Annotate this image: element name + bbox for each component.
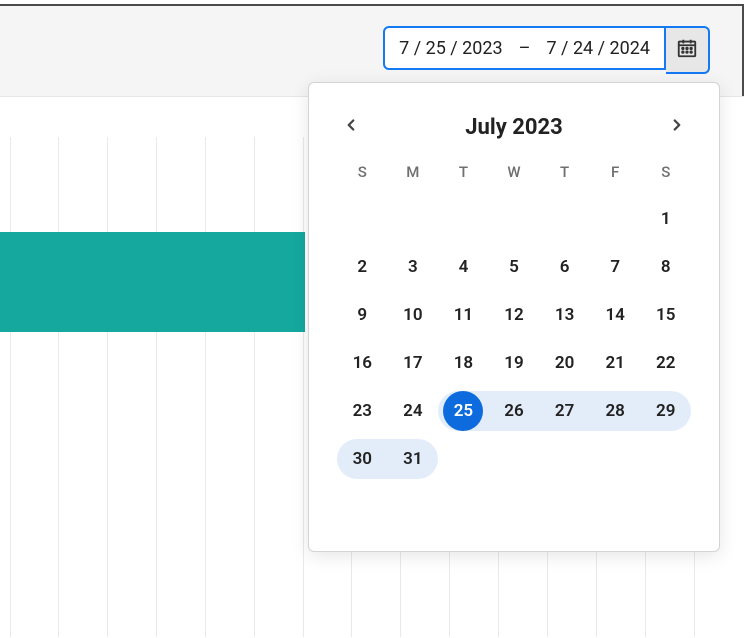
calendar-week: 2345678 (337, 243, 691, 291)
calendar-day-empty (337, 199, 388, 239)
calendar-day-empty (539, 199, 590, 239)
app-frame: 7 / 25 / 2023 – 7 / 24 / 2024 (0, 4, 744, 634)
date-range-field: 7 / 25 / 2023 – 7 / 24 / 2024 (383, 26, 710, 74)
prev-month-button[interactable] (337, 113, 365, 141)
calendar-day[interactable]: 22 (640, 343, 691, 383)
range-separator: – (519, 38, 531, 59)
calendar-day-empty (489, 439, 540, 479)
calendar-day[interactable]: 31 (388, 439, 439, 479)
range-start-value[interactable]: 7 / 25 / 2023 (399, 38, 503, 59)
calendar-popup: July 2023 SMTWTFS 1234567891011121314151… (308, 82, 720, 552)
calendar-day-empty (388, 199, 439, 239)
calendar-day[interactable]: 24 (388, 391, 439, 431)
calendar-day[interactable]: 8 (640, 247, 691, 287)
calendar-day[interactable]: 1 (640, 199, 691, 239)
calendar-day[interactable]: 16 (337, 343, 388, 383)
calendar-day[interactable]: 21 (590, 343, 641, 383)
calendar-week: 1 (337, 195, 691, 243)
gridline (303, 137, 304, 637)
calendar-day[interactable]: 4 (438, 247, 489, 287)
calendar-day-empty (438, 439, 489, 479)
gridline (10, 137, 11, 637)
calendar-day[interactable]: 23 (337, 391, 388, 431)
gridline (156, 137, 157, 637)
chevron-right-icon (668, 116, 686, 138)
calendar-day[interactable]: 12 (489, 295, 540, 335)
weekday-label: W (489, 163, 540, 181)
weekday-label: F (590, 163, 641, 181)
calendar-day[interactable]: 27 (539, 391, 590, 431)
calendar-day[interactable]: 29 (640, 391, 691, 431)
calendar-day[interactable]: 19 (489, 343, 540, 383)
range-end-value[interactable]: 7 / 24 / 2024 (546, 38, 650, 59)
calendar-header: July 2023 (337, 107, 691, 159)
gridline (205, 137, 206, 637)
gridline (107, 137, 108, 637)
calendar-day[interactable]: 11 (438, 295, 489, 335)
date-range-input[interactable]: 7 / 25 / 2023 – 7 / 24 / 2024 (383, 26, 666, 70)
open-calendar-button[interactable] (666, 26, 710, 74)
weekday-header-row: SMTWTFS (337, 163, 691, 181)
weekday-label: T (438, 163, 489, 181)
calendar-day-empty (438, 199, 489, 239)
weekday-label: M (388, 163, 439, 181)
weekday-label: S (640, 163, 691, 181)
calendar-weeks: 1234567891011121314151617181920212223242… (337, 195, 691, 483)
gridline (254, 137, 255, 637)
calendar-week: 3031 (337, 435, 691, 483)
calendar-day[interactable]: 7 (590, 247, 641, 287)
calendar-day[interactable]: 5 (489, 247, 540, 287)
calendar-day[interactable]: 2 (337, 247, 388, 287)
calendar-day[interactable]: 17 (388, 343, 439, 383)
calendar-title: July 2023 (465, 115, 562, 140)
calendar-day[interactable]: 20 (539, 343, 590, 383)
calendar-day[interactable]: 14 (590, 295, 641, 335)
calendar-day[interactable]: 25 (438, 391, 489, 431)
calendar-day[interactable]: 28 (590, 391, 641, 431)
gridline (58, 137, 59, 637)
calendar-day[interactable]: 26 (489, 391, 540, 431)
calendar-day-number: 25 (454, 401, 473, 421)
calendar-day-empty (590, 439, 641, 479)
calendar-day[interactable]: 10 (388, 295, 439, 335)
calendar-day[interactable]: 9 (337, 295, 388, 335)
calendar-day-empty (489, 199, 540, 239)
chevron-left-icon (342, 116, 360, 138)
chart-bar (0, 232, 305, 332)
calendar-day[interactable]: 6 (539, 247, 590, 287)
calendar-day[interactable]: 13 (539, 295, 590, 335)
calendar-icon (676, 37, 698, 63)
calendar-day-empty (590, 199, 641, 239)
calendar-week: 9101112131415 (337, 291, 691, 339)
calendar-day[interactable]: 18 (438, 343, 489, 383)
calendar-day-empty (539, 439, 590, 479)
calendar-week: 2324 25 26272829 (337, 387, 691, 435)
calendar-day[interactable]: 3 (388, 247, 439, 287)
calendar-week: 16171819202122 (337, 339, 691, 387)
weekday-label: T (539, 163, 590, 181)
next-month-button[interactable] (663, 113, 691, 141)
calendar-day-empty (640, 439, 691, 479)
weekday-label: S (337, 163, 388, 181)
calendar-day[interactable]: 30 (337, 439, 388, 479)
calendar-day[interactable]: 15 (640, 295, 691, 335)
